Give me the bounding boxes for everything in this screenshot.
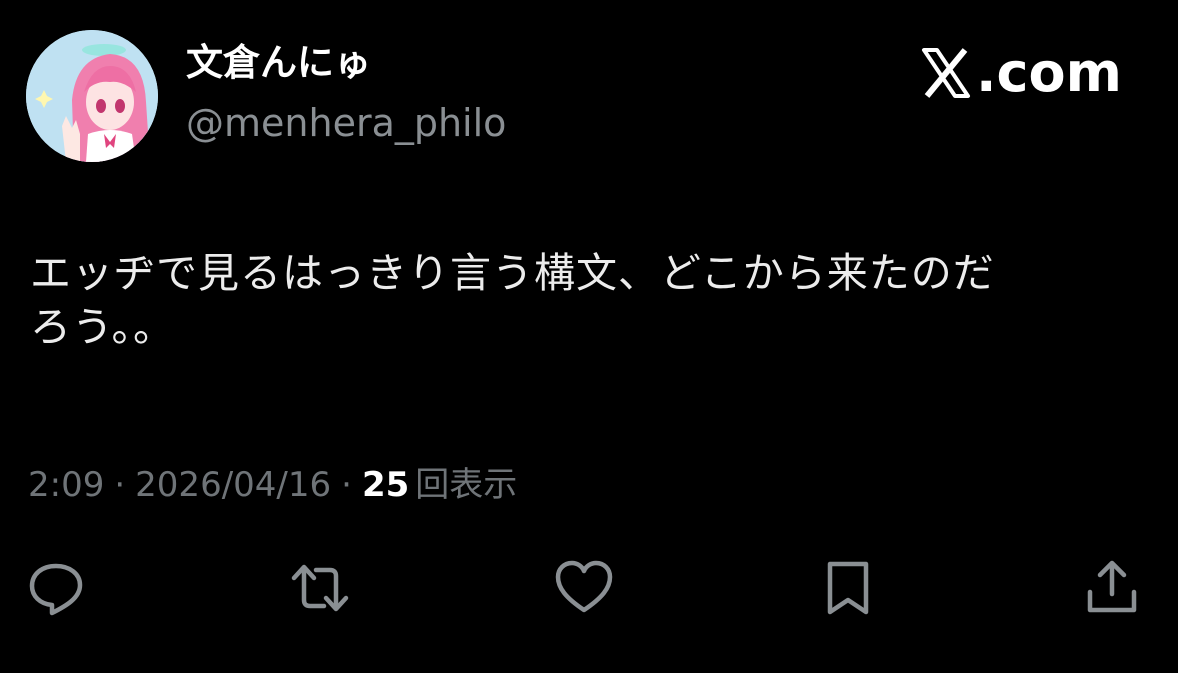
repost-button[interactable] <box>288 556 352 620</box>
tweet-text-line: エッヂで見るはっきり言う構文、どこから来たのだ <box>30 249 995 297</box>
like-button[interactable] <box>552 556 616 620</box>
reply-button[interactable] <box>24 556 88 620</box>
bookmark-icon <box>827 561 869 615</box>
display-name[interactable]: 文倉んにゅ <box>186 44 371 81</box>
heart-icon <box>555 560 613 613</box>
share-button[interactable] <box>1080 556 1144 620</box>
tweet-meta: 2:09 · 2026/04/16 · 25 回表示 <box>28 468 517 502</box>
x-logo-icon <box>918 46 974 100</box>
views-count: 25 <box>361 465 410 505</box>
repost-icon <box>291 564 349 612</box>
brand-watermark: .com <box>918 44 1122 102</box>
timestamp-date[interactable]: 2026/04/16 <box>135 468 331 502</box>
brand-domain: .com <box>976 41 1122 104</box>
views-label: 回表示 <box>415 465 518 505</box>
reply-icon <box>29 563 83 616</box>
handle[interactable]: @menhera_philo <box>186 104 506 142</box>
share-icon <box>1087 560 1137 613</box>
tweet-text: エッヂで見るはっきり言う構文、どこから来たのだ ろう。。 <box>30 246 1140 354</box>
meta-separator: · <box>341 465 352 505</box>
timestamp-time[interactable]: 2:09 <box>28 468 104 502</box>
tweet-card: 文倉んにゅ @menhera_philo .com エッヂで見るはっきり言う構文… <box>0 0 1178 673</box>
tweet-text-line: ろう。。 <box>30 303 176 351</box>
meta-separator: · <box>114 465 126 505</box>
action-bar <box>0 556 1178 620</box>
avatar-image <box>26 30 158 162</box>
bookmark-button[interactable] <box>816 556 880 620</box>
avatar[interactable] <box>26 30 158 162</box>
